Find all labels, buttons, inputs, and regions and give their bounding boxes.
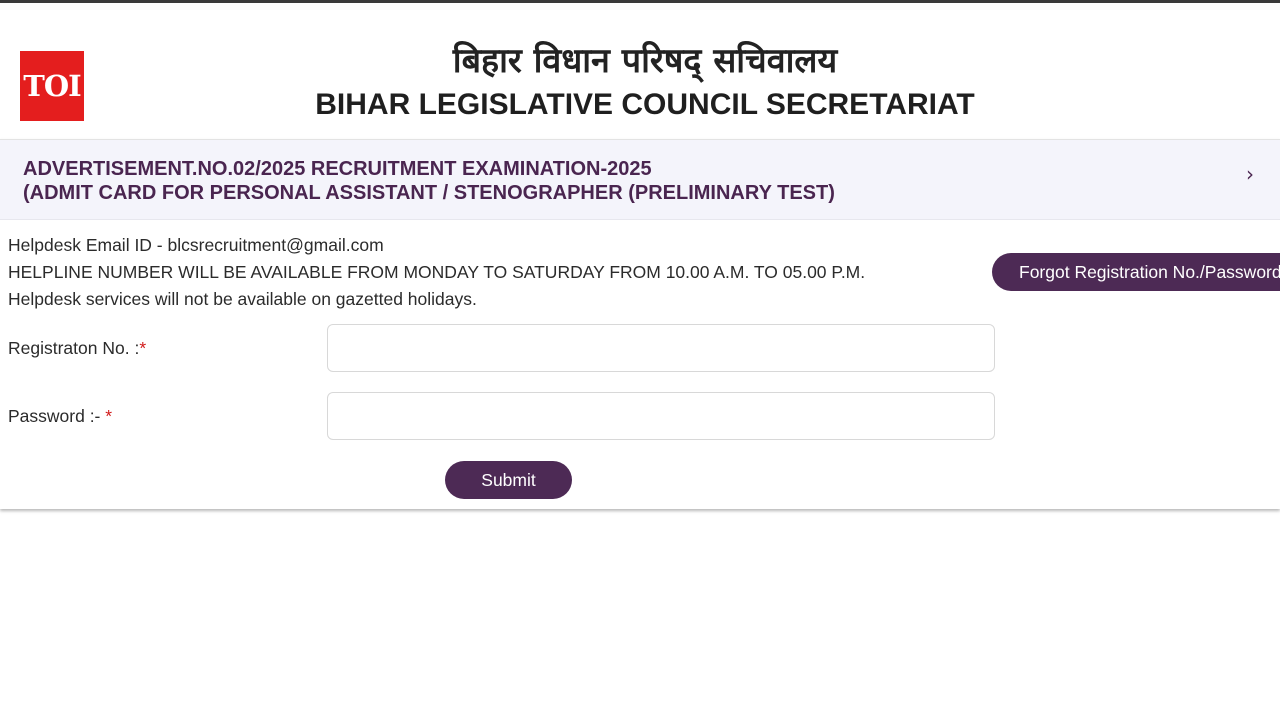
password-input[interactable]	[327, 392, 995, 440]
holiday-notice: Helpdesk services will not be available …	[8, 289, 477, 309]
registration-label-text: Registraton No. :	[8, 338, 140, 358]
admit-card-subtitle: (ADMIT CARD FOR PERSONAL ASSISTANT / STE…	[23, 182, 835, 204]
submit-button[interactable]: Submit	[445, 461, 572, 499]
forgot-registration-button[interactable]: Forgot Registration No./Password	[992, 253, 1280, 291]
advertisement-header[interactable]: ADVERTISEMENT.NO.02/2025 RECRUITMENT EXA…	[0, 140, 1280, 220]
password-label: Password :- *	[8, 406, 112, 427]
chevron-right-icon[interactable]: ›	[1246, 162, 1254, 186]
registration-label: Registraton No. :*	[8, 338, 146, 359]
required-marker: *	[105, 406, 113, 426]
helpdesk-email: Helpdesk Email ID - blcsrecruitment@gmai…	[8, 235, 384, 255]
advertisement-title: ADVERTISEMENT.NO.02/2025 RECRUITMENT EXA…	[23, 158, 652, 180]
top-border	[0, 0, 1280, 3]
password-label-text: Password :-	[8, 406, 106, 426]
required-marker: *	[139, 338, 147, 358]
login-card: ADVERTISEMENT.NO.02/2025 RECRUITMENT EXA…	[0, 139, 1280, 509]
registration-input[interactable]	[327, 324, 995, 372]
helpline-hours: HELPLINE NUMBER WILL BE AVAILABLE FROM M…	[8, 262, 866, 282]
page-title-hindi: बिहार विधान परिषद् सचिवालय	[452, 41, 838, 81]
page-title-english: BIHAR LEGISLATIVE COUNCIL SECRETARIAT	[315, 88, 975, 121]
